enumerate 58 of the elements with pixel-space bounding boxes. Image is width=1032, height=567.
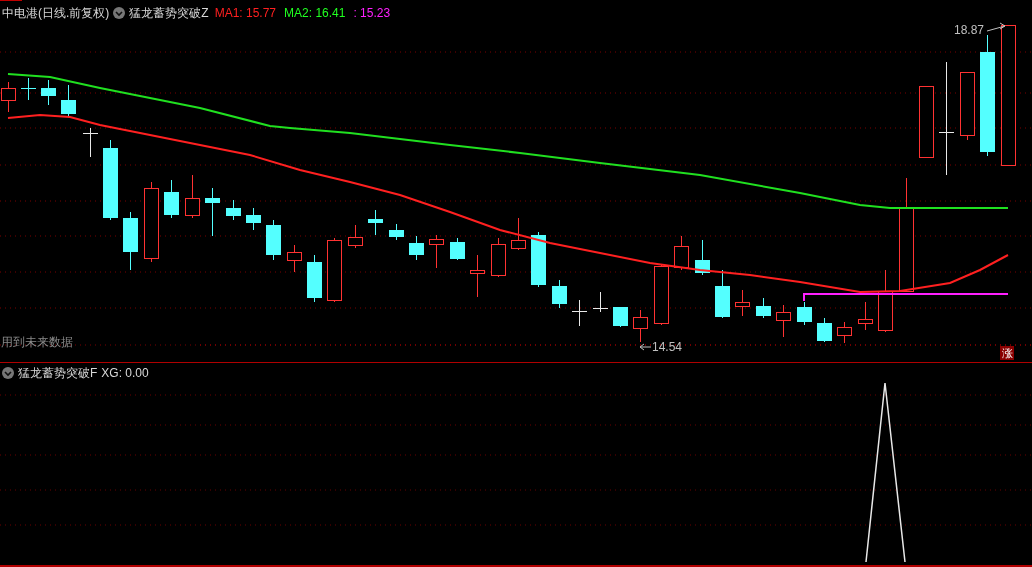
candlestick [756, 297, 771, 319]
leader-line [986, 22, 1006, 32]
warning-text: 用到未来数据 [1, 335, 73, 349]
indicator-name: 猛龙蓄势突破Z [129, 5, 209, 21]
dropdown-icon[interactable] [113, 7, 126, 19]
candlestick [348, 224, 363, 249]
candlestick [287, 244, 302, 273]
candlestick [409, 235, 424, 261]
candlestick [205, 187, 220, 237]
candlestick [511, 217, 526, 251]
candlestick [571, 299, 588, 327]
price-label: 18.87 [954, 23, 985, 37]
candlestick [450, 237, 465, 261]
candlestick [21, 77, 36, 101]
candlestick [491, 237, 506, 278]
indicator-value: XG: 0.00 [101, 365, 149, 381]
candlestick [674, 235, 689, 271]
candlestick [123, 211, 138, 271]
indicator-value: MA1: 15.77 [214, 5, 277, 21]
candlestick [327, 237, 342, 303]
chart-title: 中电港(日线.前复权) [2, 5, 110, 21]
candlestick [82, 127, 99, 158]
candlestick [817, 317, 832, 343]
candlestick [592, 291, 609, 313]
candlestick [185, 174, 200, 219]
indicator-value: MA2: 16.41 [284, 5, 346, 21]
leader-line [639, 343, 652, 351]
indicator-name: 猛龙蓄势突破F [18, 365, 98, 381]
candlestick [429, 234, 444, 269]
candlestick [776, 304, 791, 338]
candlestick [307, 254, 322, 303]
candlestick [613, 306, 628, 328]
divider-line [0, 0, 23, 1]
candlestick [797, 301, 812, 326]
candlestick [695, 239, 710, 276]
rise-badge: 涨 [1000, 346, 1014, 360]
price-label: 14.54 [652, 340, 683, 354]
indicator-value: : 15.23 [353, 5, 391, 21]
candlestick [368, 209, 383, 236]
candlestick [552, 279, 567, 309]
candlestick [266, 219, 281, 261]
candlestick [246, 207, 261, 231]
candlestick [41, 79, 56, 106]
candlestick [61, 84, 76, 117]
candlestick [858, 301, 873, 331]
candlestick [389, 223, 404, 241]
candlestick [633, 309, 648, 343]
candlestick [226, 199, 241, 221]
candlestick [470, 254, 485, 298]
candlestick [837, 321, 852, 344]
dropdown-icon[interactable] [2, 367, 14, 379]
candlestick [654, 264, 669, 326]
candlestick [735, 289, 750, 317]
candlestick [960, 71, 975, 141]
candlestick [715, 269, 730, 319]
candlestick [531, 231, 546, 288]
candlestick [878, 269, 893, 333]
candlestick [164, 179, 179, 219]
